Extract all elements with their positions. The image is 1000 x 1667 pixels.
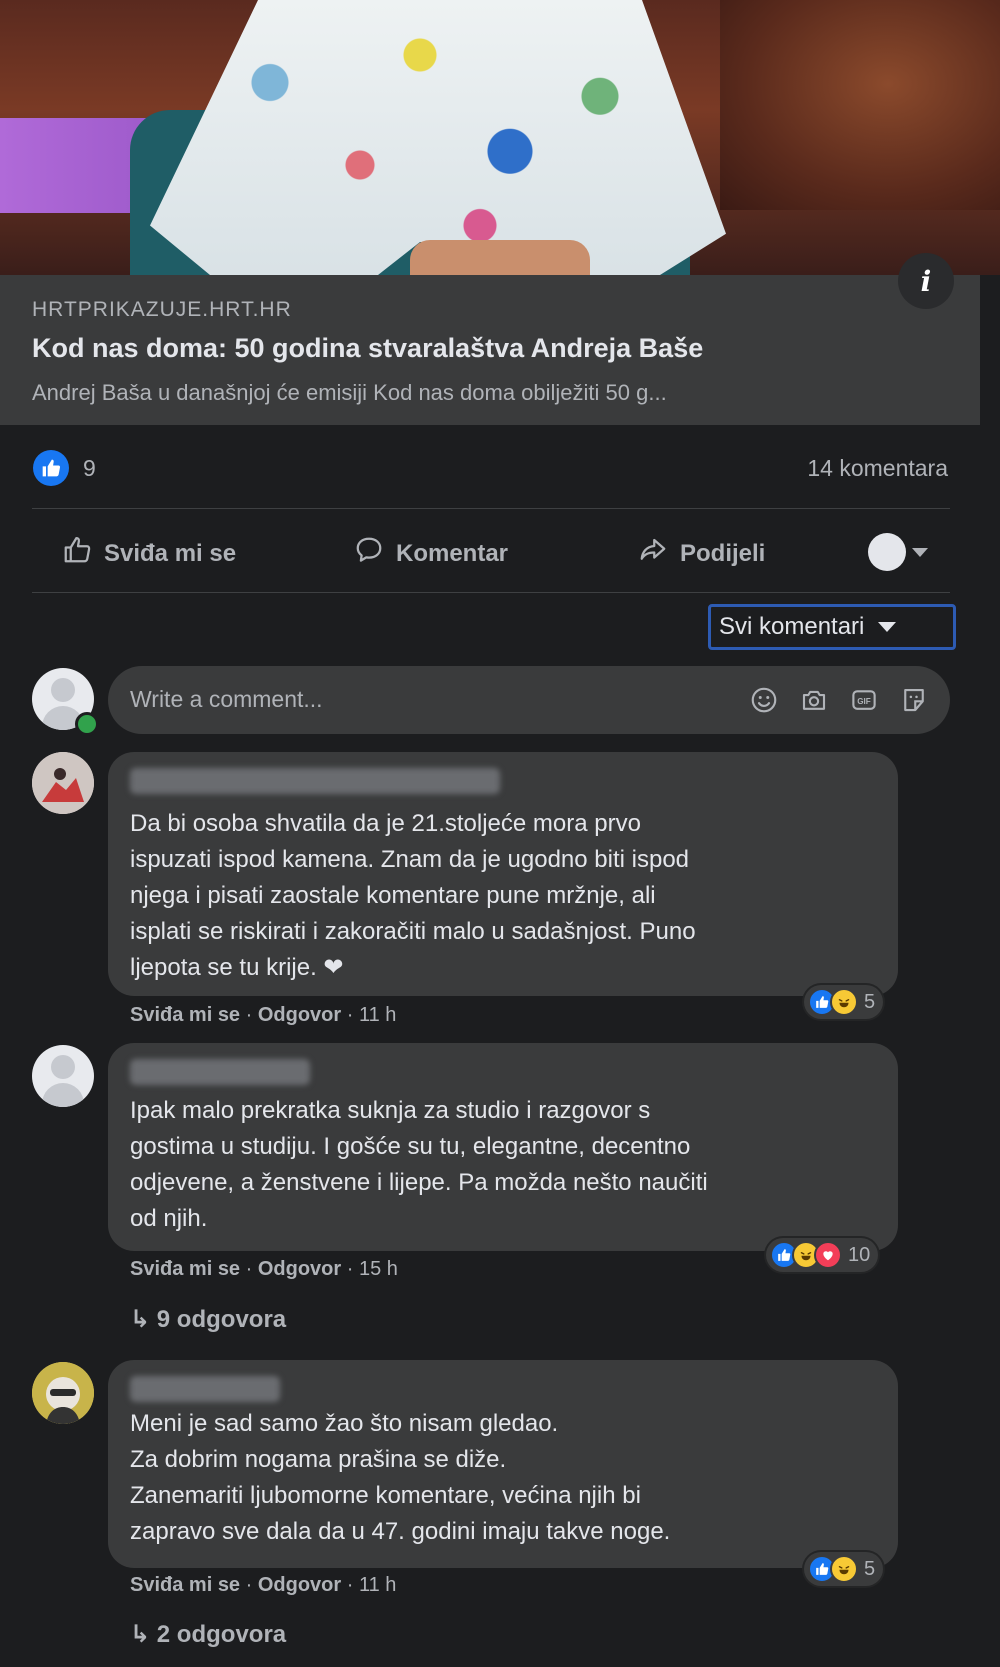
reaction-count: 5 (864, 990, 876, 1013)
comment-button[interactable]: Komentar (352, 535, 508, 572)
comment-sort-dropdown[interactable]: Svi komentari (708, 604, 956, 650)
divider (32, 592, 950, 593)
link-title[interactable]: Kod nas doma: 50 godina stvaralaštva And… (32, 333, 703, 364)
comment-input-placeholder: Write a comment... (130, 686, 323, 712)
like-count[interactable]: 9 (83, 455, 96, 482)
avatar[interactable] (32, 752, 94, 814)
share-button[interactable]: Podijeli (636, 535, 765, 572)
comment-author-name-blurred[interactable] (130, 1059, 310, 1085)
haha-reaction-icon (830, 1555, 858, 1583)
comment-text: Da bi osoba shvatila da je 21.stoljeće m… (130, 810, 696, 981)
info-icon[interactable]: i (898, 253, 954, 309)
gif-icon[interactable]: GIF (848, 684, 880, 716)
replies-count: 9 odgovora (156, 1306, 287, 1333)
reply-arrow-icon: ↳ (130, 1621, 151, 1648)
avatar[interactable] (32, 1045, 94, 1107)
comment-text: Meni je sad samo žao što nisam gledao. Z… (130, 1410, 671, 1545)
image-background-sofa (720, 0, 1000, 210)
reaction-count: 10 (848, 1243, 871, 1266)
comment-like-link[interactable]: Sviđa mi se (130, 1004, 240, 1026)
comment-bubble: Ipak malo prekratka suknja za studio i r… (108, 1043, 898, 1251)
comment-meta: Sviđa mi se · Odgovor · 11 h (130, 1574, 397, 1596)
like-button[interactable]: Sviđa mi se (60, 535, 236, 572)
comment-time[interactable]: 15 h (359, 1258, 398, 1280)
view-replies-link[interactable]: ↳ 9 odgovora (130, 1305, 286, 1334)
like-reaction-icon[interactable] (33, 450, 69, 486)
chevron-down-icon (912, 547, 928, 557)
svg-text:GIF: GIF (857, 697, 871, 706)
image-detail (410, 240, 590, 275)
link-description: Andrej Baša u današnjoj će emisiji Kod n… (32, 380, 667, 405)
comment-button-label: Komentar (396, 539, 509, 567)
comment-author-name-blurred[interactable] (130, 768, 500, 794)
comment-author-name-blurred[interactable] (130, 1376, 280, 1402)
comment-input[interactable]: Write a comment... GIF (108, 666, 950, 734)
audience-selector[interactable] (868, 533, 928, 571)
link-domain: HRTPRIKAZUJE.HRT.HR (32, 298, 292, 321)
comment-like-link[interactable]: Sviđa mi se (130, 1258, 240, 1280)
comment-reply-link[interactable]: Odgovor (258, 1258, 341, 1280)
like-button-label: Sviđa mi se (104, 539, 237, 567)
divider (32, 508, 950, 509)
comment-count[interactable]: 14 komentara (807, 455, 948, 482)
reply-arrow-icon: ↳ (130, 1306, 151, 1333)
avatar[interactable] (32, 1362, 94, 1424)
haha-reaction-icon (830, 988, 858, 1016)
share-button-label: Podijeli (680, 539, 766, 567)
reaction-summary[interactable]: 5 (804, 1552, 884, 1586)
comment-like-link[interactable]: Sviđa mi se (130, 1574, 240, 1596)
link-preview-image[interactable] (0, 0, 1000, 275)
thumbs-up-icon (60, 535, 104, 572)
comment-sort-label: Svi komentari (719, 613, 865, 640)
comment-meta: Sviđa mi se · Odgovor · 11 h (130, 1004, 397, 1026)
speech-bubble-icon (352, 535, 396, 572)
share-arrow-icon (636, 535, 680, 572)
smiley-icon[interactable] (748, 684, 780, 716)
comment-reply-link[interactable]: Odgovor (258, 1004, 341, 1026)
comment-meta: Sviđa mi se · Odgovor · 15 h (130, 1258, 398, 1280)
comment-bubble: Da bi osoba shvatila da je 21.stoljeće m… (108, 752, 898, 996)
camera-icon[interactable] (798, 684, 830, 716)
replies-count: 2 odgovora (156, 1621, 287, 1648)
reaction-summary[interactable]: 10 (766, 1238, 879, 1272)
comment-bubble: Meni je sad samo žao što nisam gledao. Z… (108, 1360, 898, 1568)
reaction-summary[interactable]: 5 (804, 985, 884, 1019)
chevron-down-icon (878, 622, 897, 632)
image-floral-dress (150, 0, 726, 275)
comment-reply-link[interactable]: Odgovor (258, 1574, 341, 1596)
comment-time[interactable]: 11 h (359, 1574, 396, 1596)
comment-time[interactable]: 11 h (359, 1004, 396, 1026)
comment-text: Ipak malo prekratka suknja za studio i r… (130, 1097, 708, 1232)
view-replies-link[interactable]: ↳ 2 odgovora (130, 1620, 286, 1649)
love-reaction-icon (814, 1241, 842, 1269)
sticker-icon[interactable] (898, 684, 930, 716)
online-status-indicator (75, 712, 99, 736)
avatar (868, 533, 906, 571)
reaction-count: 5 (864, 1557, 876, 1580)
